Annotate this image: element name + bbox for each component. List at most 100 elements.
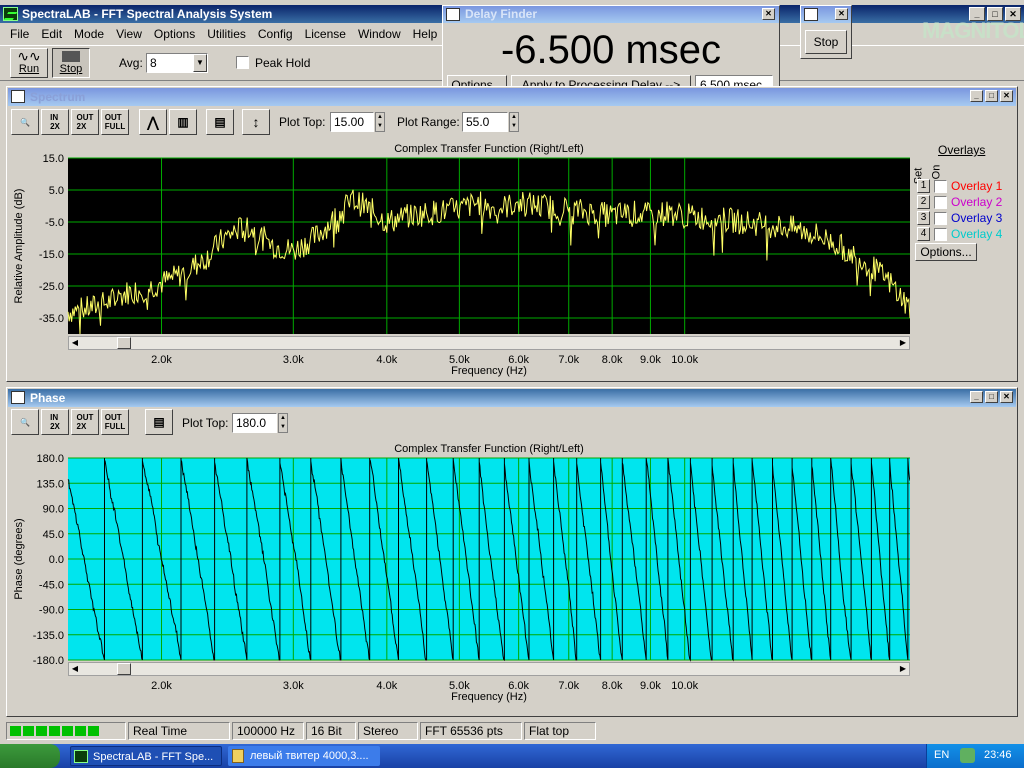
y-tick-label: -15.0: [39, 249, 64, 261]
phase-data-table-icon[interactable]: ▤: [145, 409, 173, 435]
delay-finder-title-bar[interactable]: Delay Finder ✕: [443, 6, 779, 23]
phase-scroll-right-arrow-icon[interactable]: ▶: [897, 663, 909, 675]
overlay-on-3-checkbox[interactable]: [934, 211, 947, 225]
menu-license[interactable]: License: [299, 24, 352, 44]
y-tick-label: 90.0: [43, 504, 64, 516]
spectralab-taskbar-icon: [74, 750, 88, 763]
language-indicator[interactable]: EN: [934, 749, 949, 761]
phase-maximize-button[interactable]: □: [985, 391, 998, 403]
x-tick-label: 4.0k: [376, 354, 397, 366]
y-tick-label: -5.0: [45, 217, 64, 229]
zoom-out-full-icon[interactable]: OUT FULL: [101, 109, 129, 135]
menu-help[interactable]: Help: [407, 24, 444, 44]
delay-finder-icon: [446, 8, 460, 21]
menu-config[interactable]: Config: [252, 24, 299, 44]
level-meter-bars: [10, 726, 100, 736]
menu-utilities[interactable]: Utilities: [201, 24, 252, 44]
chart-title: Complex Transfer Function (Right/Left): [394, 143, 584, 155]
phase-plot-top-input[interactable]: 180.0: [232, 413, 277, 433]
overlay-on-2-checkbox[interactable]: [934, 195, 947, 209]
data-table-icon[interactable]: ▤: [206, 109, 234, 135]
spectrum-minimize-button[interactable]: _: [970, 90, 983, 102]
x-tick-label: 9.0k: [640, 680, 661, 692]
y-axis-label: Phase (degrees): [13, 518, 25, 599]
y-tick-label: 180.0: [36, 453, 64, 465]
stop-square-icon: [62, 51, 80, 62]
phase-zoom-in-2x-icon[interactable]: IN 2X: [41, 409, 69, 435]
start-button[interactable]: [0, 744, 60, 768]
y-tick-label: 5.0: [49, 185, 64, 197]
taskbar-item-spectralab[interactable]: SpectraLAB - FFT Spe...: [70, 746, 222, 766]
overlays-header: Overlays: [938, 143, 986, 157]
phase-scroll-left-arrow-icon[interactable]: ◀: [69, 663, 81, 675]
scroll-left-arrow-icon[interactable]: ◀: [69, 337, 81, 349]
line-plot-icon[interactable]: ⋀: [139, 109, 167, 135]
phase-zoom-out-full-icon[interactable]: OUT FULL: [101, 409, 129, 435]
delay-value-display: -6.500 msec: [500, 28, 722, 72]
overlay-1-label: Overlay 1: [951, 179, 1003, 193]
overlay-row-1: 1 Overlay 1: [917, 178, 1017, 194]
mini-stop-window: ✕ Stop: [800, 5, 852, 59]
spectrum-scrollbar[interactable]: ◀ ▶: [68, 336, 910, 350]
y-tick-label: 45.0: [43, 529, 64, 541]
avg-select[interactable]: 8 ▼: [146, 53, 208, 73]
overlay-set-1-button[interactable]: 1: [917, 179, 930, 193]
overlay-set-4-button[interactable]: 4: [917, 227, 930, 241]
mini-stop-button[interactable]: Stop: [805, 30, 847, 54]
plot-top-label: Plot Top:: [279, 115, 326, 129]
phase-scroll-thumb[interactable]: [117, 663, 131, 675]
zoom-out-2x-icon[interactable]: OUT 2X: [71, 109, 99, 135]
menu-view[interactable]: View: [110, 24, 148, 44]
spectrum-close-button[interactable]: ✕: [1000, 90, 1013, 102]
chart-title: Complex Transfer Function (Right/Left): [394, 443, 584, 455]
spectrum-title-bar[interactable]: Spectrum _ □ ✕: [8, 88, 1016, 106]
y-tick-label: -90.0: [39, 605, 64, 617]
menu-options[interactable]: Options: [148, 24, 201, 44]
overlay-on-4-checkbox[interactable]: [934, 227, 947, 241]
phase-zoom-icon[interactable]: 🔍: [11, 409, 39, 435]
zoom-in-2x-icon[interactable]: IN 2X: [41, 109, 69, 135]
phase-title-bar[interactable]: Phase _ □ ✕: [8, 389, 1016, 407]
plot-range-input[interactable]: 55.0: [462, 112, 508, 132]
run-button[interactable]: ∿∿ Run: [10, 48, 48, 78]
x-tick-label: 9.0k: [640, 354, 661, 366]
x-tick-label: 8.0k: [602, 680, 623, 692]
phase-plot-top-spinner[interactable]: ▲ ▼: [278, 413, 288, 433]
status-window: Flat top: [524, 722, 596, 740]
plot-top-spinner[interactable]: ▲ ▼: [375, 112, 385, 132]
peak-hold-label: Peak Hold: [255, 56, 311, 70]
menu-edit[interactable]: Edit: [35, 24, 68, 44]
phase-scrollbar[interactable]: ◀ ▶: [68, 662, 910, 676]
peak-hold-checkbox[interactable]: [236, 56, 249, 69]
mini-window-close-button[interactable]: ✕: [835, 8, 848, 20]
overlay-options-button[interactable]: Options...: [915, 243, 977, 261]
plot-range-spinner[interactable]: ▲ ▼: [509, 112, 519, 132]
chevron-down-icon[interactable]: ▼: [193, 54, 207, 72]
zoom-icon[interactable]: 🔍: [11, 109, 39, 135]
menu-mode[interactable]: Mode: [68, 24, 110, 44]
spectrum-maximize-button[interactable]: □: [985, 90, 998, 102]
taskbar-item-document[interactable]: левый твитер 4000,3....: [228, 746, 380, 766]
overlay-set-2-button[interactable]: 2: [917, 195, 930, 209]
stop-button[interactable]: Stop: [52, 48, 90, 78]
y-tick-label: 0.0: [49, 554, 64, 566]
overlay-on-1-checkbox[interactable]: [934, 179, 947, 193]
x-axis-label: Frequency (Hz): [451, 365, 527, 377]
bar-plot-icon[interactable]: ▥: [169, 109, 197, 135]
plot-top-input[interactable]: 15.00: [330, 112, 374, 132]
phase-minimize-button[interactable]: _: [970, 391, 983, 403]
overlay-set-3-button[interactable]: 3: [917, 211, 930, 225]
y-tick-label: -45.0: [39, 579, 64, 591]
menu-file[interactable]: File: [4, 24, 35, 44]
tray-app-icon[interactable]: [960, 748, 975, 763]
status-bits: 16 Bit: [306, 722, 356, 740]
phase-close-button[interactable]: ✕: [1000, 391, 1013, 403]
phase-zoom-out-2x-icon[interactable]: OUT 2X: [71, 409, 99, 435]
scroll-right-arrow-icon[interactable]: ▶: [897, 337, 909, 349]
menu-window[interactable]: Window: [352, 24, 407, 44]
vertical-scale-icon[interactable]: ↕: [242, 109, 270, 135]
x-tick-label: 10.0k: [671, 680, 698, 692]
mini-window-title-bar[interactable]: ✕: [801, 6, 851, 23]
delay-finder-close-button[interactable]: ✕: [762, 8, 775, 20]
scroll-thumb[interactable]: [117, 337, 131, 349]
